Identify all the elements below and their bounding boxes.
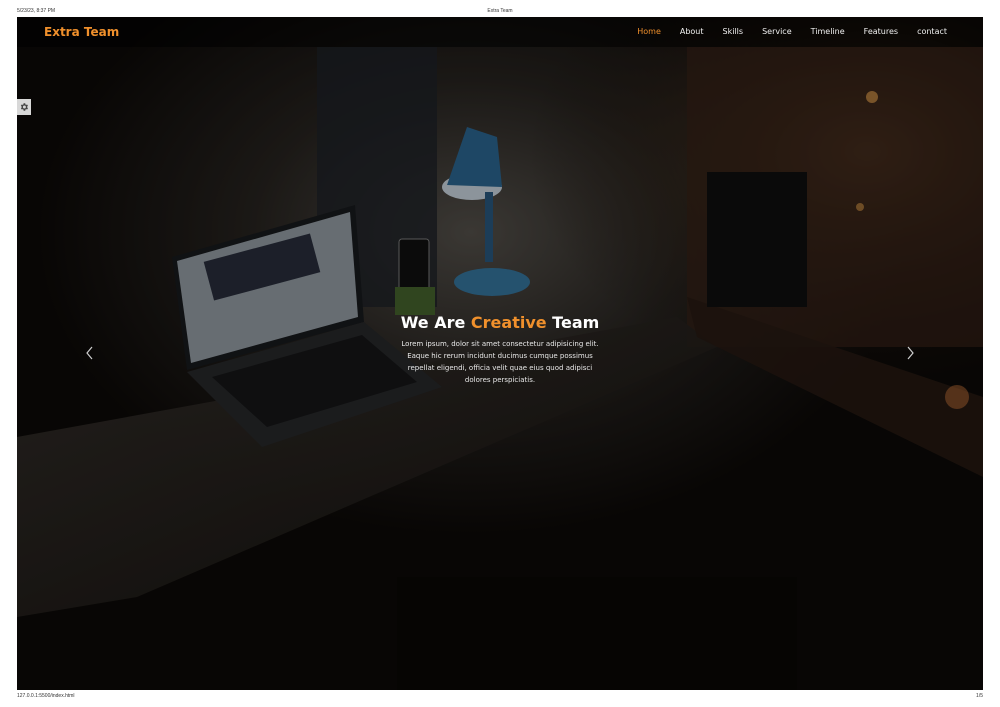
print-title: Extra Team: [487, 8, 513, 14]
site-logo[interactable]: Extra Team: [44, 25, 119, 39]
slider-prev-button[interactable]: [84, 345, 96, 361]
hero-title: We Are Creative Team: [400, 313, 600, 332]
print-page-count: 1/5: [976, 693, 983, 699]
hero-title-part2: Team: [546, 313, 600, 332]
nav-link-features[interactable]: Features: [864, 27, 898, 36]
hero-title-accent: Creative: [470, 313, 547, 332]
slider-next-button[interactable]: [904, 345, 916, 361]
nav-link-contact[interactable]: contact: [917, 27, 947, 36]
nav-link-skills[interactable]: Skills: [723, 27, 744, 36]
gear-icon: [20, 103, 28, 111]
print-url: 127.0.0.1:5500/index.html: [17, 693, 75, 699]
web-page: Extra Team Home About Skills Service Tim…: [17, 17, 983, 690]
nav-link-service[interactable]: Service: [762, 27, 792, 36]
chevron-left-icon: [86, 346, 93, 360]
hero-title-part1: We Are: [400, 313, 471, 332]
hero-description: Lorem ipsum, dolor sit amet consectetur …: [401, 340, 599, 384]
print-footer: 127.0.0.1:5500/index.html 1/5: [17, 693, 983, 703]
navbar: Extra Team Home About Skills Service Tim…: [17, 17, 983, 47]
chevron-right-icon: [907, 346, 914, 360]
nav-link-timeline[interactable]: Timeline: [811, 27, 845, 36]
settings-toggle[interactable]: [17, 99, 31, 115]
nav-links: Home About Skills Service Timeline Featu…: [618, 27, 947, 36]
nav-link-about[interactable]: About: [680, 27, 704, 36]
hero-content: We Are Creative Team Lorem ipsum, dolor …: [400, 313, 600, 386]
nav-link-home[interactable]: Home: [637, 27, 661, 36]
